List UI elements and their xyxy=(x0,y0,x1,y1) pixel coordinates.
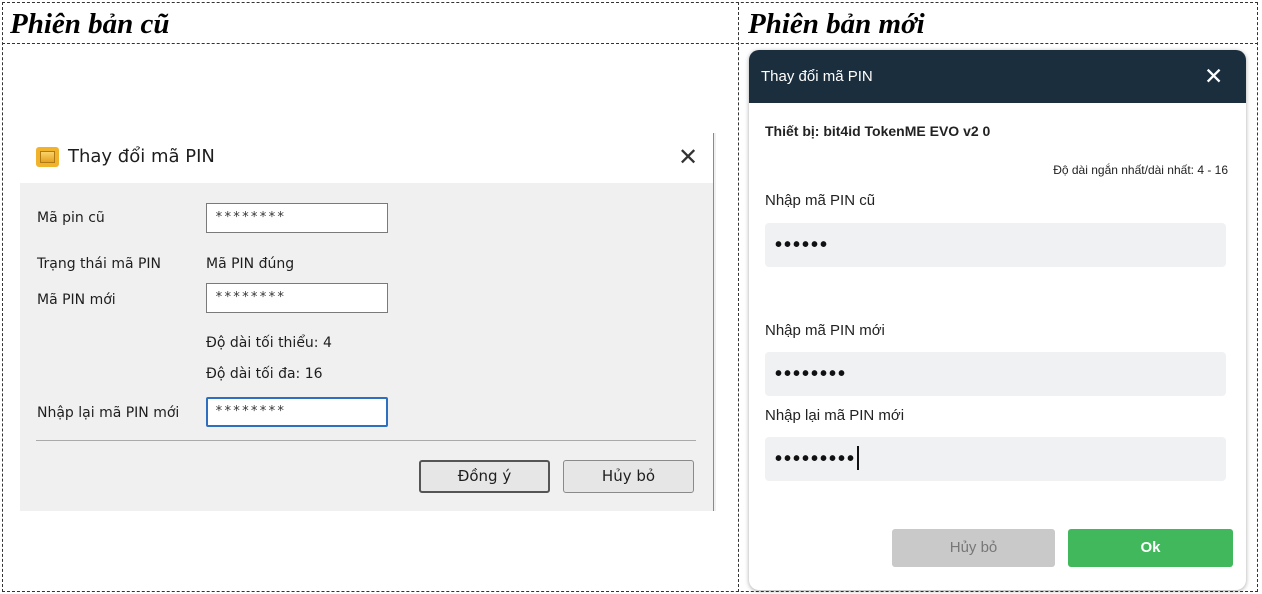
old-pin-input[interactable]: ******** xyxy=(206,203,388,233)
length-hint: Độ dài ngắn nhất/dài nhất: 4 - 16 xyxy=(1053,163,1228,177)
min-length-text: Độ dài tối thiểu: 4 xyxy=(206,335,332,351)
cancel-button[interactable]: Hủy bỏ xyxy=(563,460,694,493)
pin-status-value: Mã PIN đúng xyxy=(206,256,295,272)
old-version-heading: Phiên bản cũ xyxy=(10,8,170,40)
table-column-divider xyxy=(738,2,739,592)
new-pin-label: Nhập mã PIN mới xyxy=(765,322,885,339)
new-pin-value: •••••••• xyxy=(775,363,848,385)
old-pin-value: •••••• xyxy=(775,234,830,256)
close-icon[interactable]: ✕ xyxy=(1204,63,1223,90)
confirm-pin-input[interactable]: ******** xyxy=(206,397,388,427)
cancel-button[interactable]: Hủy bỏ xyxy=(892,529,1055,567)
table-header-divider xyxy=(2,43,1258,44)
new-pin-label: Mã PIN mới xyxy=(37,292,116,308)
old-pin-label: Mã pin cũ xyxy=(37,210,105,226)
close-icon[interactable]: ✕ xyxy=(678,143,698,171)
old-change-pin-dialog: Thay đổi mã PIN ✕ Mã pin cũ ******** Trạ… xyxy=(20,133,716,511)
confirm-pin-label: Nhập lại mã PIN mới xyxy=(765,407,905,424)
old-dialog-border xyxy=(713,133,714,511)
button-separator xyxy=(36,440,696,441)
confirm-pin-value: ••••••••• xyxy=(775,448,857,470)
pin-status-label: Trạng thái mã PIN xyxy=(37,256,162,272)
new-pin-input[interactable]: •••••••• xyxy=(765,352,1226,396)
old-dialog-title: Thay đổi mã PIN xyxy=(68,146,215,167)
old-pin-input[interactable]: •••••• xyxy=(765,223,1226,267)
smart-card-icon xyxy=(36,147,59,167)
new-dialog-header: Thay đổi mã PIN ✕ xyxy=(749,50,1246,103)
ok-button[interactable]: Ok xyxy=(1068,529,1233,567)
confirm-pin-input[interactable]: ••••••••• xyxy=(765,437,1226,481)
new-version-heading: Phiên bản mới xyxy=(748,8,925,40)
ok-button[interactable]: Đồng ý xyxy=(419,460,550,493)
old-dialog-titlebar: Thay đổi mã PIN ✕ xyxy=(20,133,714,183)
old-pin-label: Nhập mã PIN cũ xyxy=(765,192,876,209)
new-change-pin-dialog: Thay đổi mã PIN ✕ Thiết bị: bit4id Token… xyxy=(749,50,1246,590)
new-pin-input[interactable]: ******** xyxy=(206,283,388,313)
max-length-text: Độ dài tối đa: 16 xyxy=(206,366,323,382)
new-dialog-title: Thay đổi mã PIN xyxy=(761,68,873,85)
text-caret xyxy=(857,446,860,470)
confirm-pin-label: Nhập lại mã PIN mới xyxy=(37,405,180,421)
device-name: Thiết bị: bit4id TokenME EVO v2 0 xyxy=(765,123,991,139)
